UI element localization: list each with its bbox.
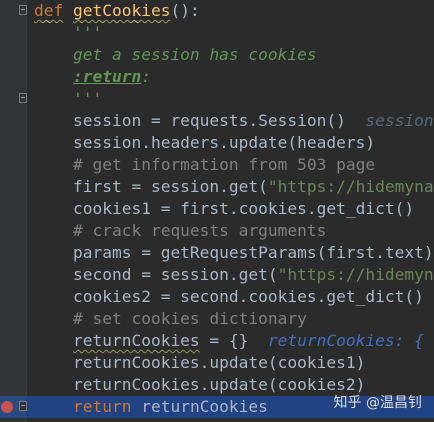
code-token: # set cookies dictionary [34, 309, 307, 328]
code-editor[interactable]: def getCookies(): ''' get a session has … [0, 0, 434, 422]
code-line[interactable]: cookies1 = first.cookies.get_dict() [0, 198, 434, 220]
gutter-cell[interactable] [0, 66, 26, 88]
code-text: return returnCookies [34, 396, 268, 418]
code-token: :return [72, 67, 142, 86]
breakpoint-icon[interactable] [1, 401, 13, 413]
code-line[interactable]: :return: [0, 66, 434, 88]
code-text: second = session.get("https://hidemyn [34, 264, 434, 286]
code-line[interactable]: # set cookies dictionary [0, 308, 434, 330]
gutter-cell[interactable] [0, 330, 26, 352]
code-token: get a session has cookies [34, 45, 317, 64]
gutter-cell[interactable] [0, 352, 26, 374]
code-text: def getCookies(): [34, 0, 200, 22]
code-line[interactable]: ''' [0, 88, 434, 110]
code-text: first = session.get("https://hidemyna [34, 176, 434, 198]
code-token: returnCookies: { [267, 331, 424, 350]
code-token: "https://hidemyna [267, 177, 434, 196]
gutter-cell[interactable] [0, 44, 26, 66]
code-token: cookies1 = first.cookies.get_dict() [34, 199, 415, 218]
code-text: get a session has cookies [34, 44, 317, 66]
code-token: = {} [199, 331, 268, 350]
code-token: returnCookies [72, 331, 200, 350]
gutter-cell[interactable] [0, 396, 27, 418]
code-token: # crack requests arguments [34, 221, 327, 240]
code-token: (): [170, 1, 200, 20]
code-token: ''' [34, 23, 103, 42]
gutter-cell[interactable] [0, 154, 26, 176]
code-line[interactable]: # crack requests arguments [0, 220, 434, 242]
gutter-cell[interactable] [0, 0, 27, 22]
fold-marker-icon[interactable] [19, 93, 27, 103]
code-text: returnCookies.update(cookies2) [34, 374, 365, 396]
code-text: session.headers.update(headers) [34, 132, 375, 154]
watermark: 知乎 @温昌钊 [333, 395, 422, 411]
gutter-cell[interactable] [0, 286, 26, 308]
gutter-cell[interactable] [0, 176, 26, 198]
gutter-cell[interactable] [0, 242, 26, 264]
gutter-cell[interactable] [0, 308, 26, 330]
code-line[interactable]: # get information from 503 page [0, 154, 434, 176]
gutter-cell[interactable] [0, 198, 26, 220]
code-token: cookies2 = second.cookies.get_dict() [34, 287, 424, 306]
code-text: returnCookies.update(cookies1) [34, 352, 365, 374]
code-text: # set cookies dictionary [34, 308, 307, 330]
code-token: first = session.get( [34, 177, 268, 196]
code-text: :return: [34, 66, 151, 88]
code-token: : [141, 67, 151, 86]
code-token: def [34, 1, 64, 20]
code-token: session.headers.update(headers) [34, 133, 376, 152]
code-token: session: Session [365, 111, 434, 130]
code-text: params = getRequestParams(first.text) [34, 242, 434, 264]
code-text: # get information from 503 page [34, 154, 375, 176]
code-token: returnCookies [131, 397, 268, 416]
code-text: # crack requests arguments [34, 220, 326, 242]
code-token: returnCookies.update(cookies1) [34, 353, 366, 372]
gutter-cell[interactable] [0, 374, 26, 396]
code-token: session = requests.Session() [34, 111, 366, 130]
gutter-cell[interactable] [0, 22, 26, 44]
code-token: getCookies [73, 1, 171, 20]
code-line[interactable]: session = requests.Session() session: Se… [0, 110, 434, 132]
code-line[interactable]: get a session has cookies [0, 44, 434, 66]
code-text: session = requests.Session() session: Se… [34, 110, 434, 132]
code-token: # get information from 503 page [34, 155, 376, 174]
code-line[interactable]: ''' [0, 22, 434, 44]
code-line[interactable]: session.headers.update(headers) [0, 132, 434, 154]
code-line[interactable]: returnCookies = {} returnCookies: { [0, 330, 434, 352]
code-token: ''' [34, 89, 103, 108]
code-line[interactable]: def getCookies(): [0, 0, 434, 22]
code-line[interactable]: cookies2 = second.cookies.get_dict() [0, 286, 434, 308]
gutter-cell[interactable] [0, 264, 26, 286]
code-text: cookies2 = second.cookies.get_dict() [34, 286, 424, 308]
gutter-cell[interactable] [0, 132, 26, 154]
gutter-cell[interactable] [0, 220, 26, 242]
fold-marker-icon[interactable] [19, 401, 27, 411]
code-line[interactable]: second = session.get("https://hidemyn [0, 264, 434, 286]
code-token: return [72, 397, 132, 416]
code-text: ''' [34, 88, 102, 110]
code-token: params = getRequestParams(first.text) [34, 243, 434, 262]
code-text: returnCookies = {} returnCookies: { [34, 330, 424, 352]
code-text: cookies1 = first.cookies.get_dict() [34, 198, 414, 220]
gutter-cell[interactable] [0, 110, 26, 132]
gutter-cell[interactable] [0, 88, 27, 110]
fold-marker-icon[interactable] [19, 5, 27, 15]
code-token: returnCookies.update(cookies2) [34, 375, 366, 394]
code-token: "https://hidemyn [277, 265, 434, 284]
code-line[interactable]: first = session.get("https://hidemyna [0, 176, 434, 198]
code-text: ''' [34, 22, 102, 44]
code-line[interactable]: returnCookies.update(cookies1) [0, 352, 434, 374]
code-token: second = session.get( [34, 265, 278, 284]
code-line[interactable]: params = getRequestParams(first.text) [0, 242, 434, 264]
